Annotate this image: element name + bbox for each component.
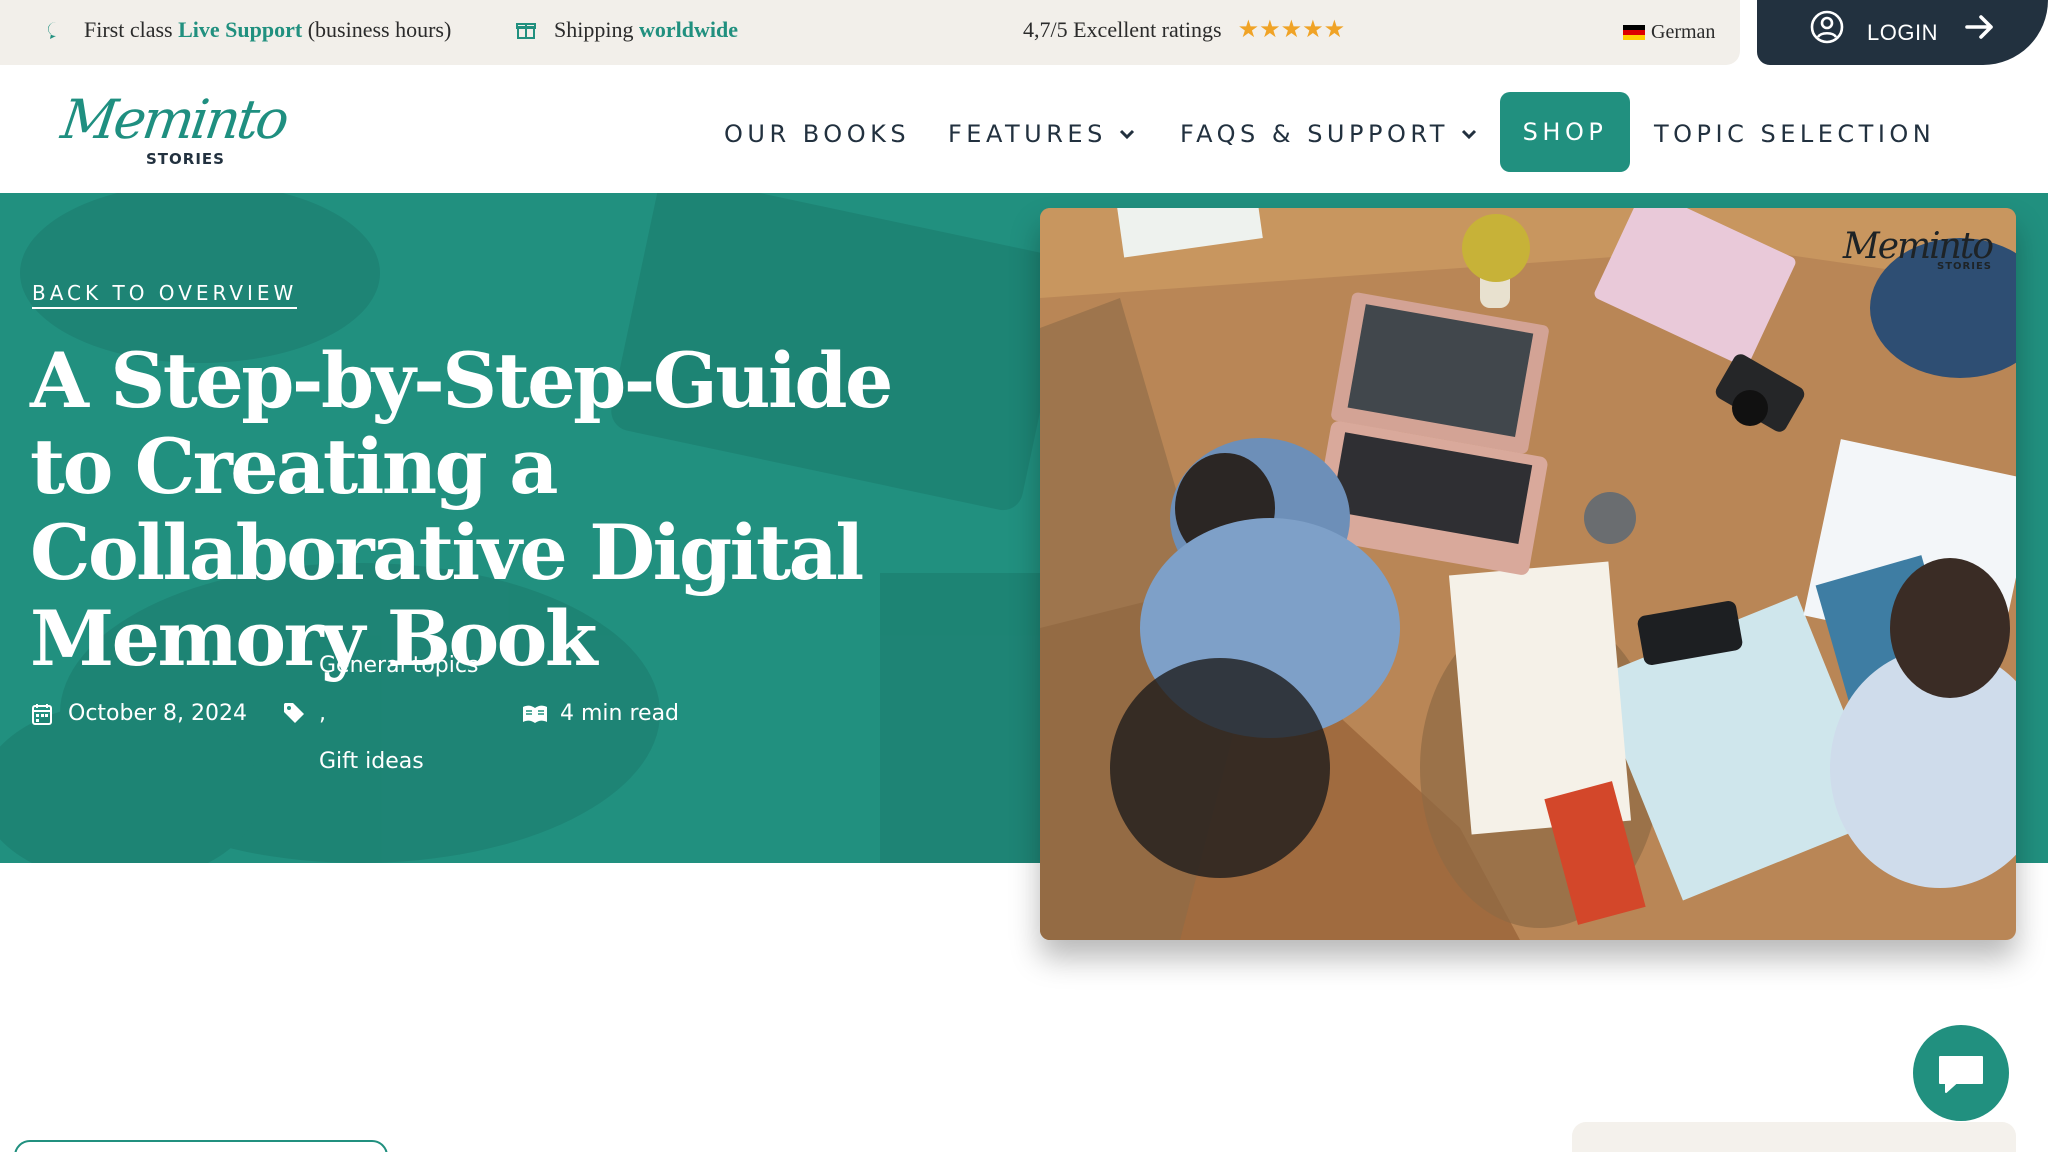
tag-label: Gift ideas	[319, 749, 424, 774]
nav-label: FEATURES	[948, 120, 1107, 148]
desk-photo-illustration	[1040, 208, 2016, 940]
publish-date: October 8, 2024	[32, 701, 247, 726]
chat-icon	[1936, 1051, 1986, 1095]
back-to-overview-link[interactable]: BACK TO OVERVIEW	[32, 281, 298, 309]
support-suffix: (business hours)	[307, 17, 452, 42]
book-open-icon	[522, 704, 548, 724]
main-navigation: OUR BOOKS FEATURES FAQS & SUPPORT SHOP T…	[0, 92, 2048, 172]
star-icon: ★	[1323, 17, 1346, 43]
language-switcher[interactable]: German	[1623, 21, 1715, 44]
tag-label: General topics	[319, 653, 479, 678]
nav-topic-selection[interactable]: TOPIC SELECTION	[1654, 120, 1935, 148]
nav-label: TOPIC SELECTION	[1654, 120, 1936, 148]
flag-germany-icon	[1623, 25, 1645, 40]
language-label: German	[1651, 21, 1716, 43]
nav-label: FAQS & SUPPORT	[1180, 120, 1449, 148]
live-support-info: First class Live Support (business hours…	[46, 17, 451, 43]
tag-icon	[282, 701, 306, 725]
rating-stars: ★ ★ ★ ★ ★	[1237, 17, 1346, 43]
ratings-info[interactable]: 4,7/5 Excellent ratings ★ ★ ★ ★ ★	[1023, 17, 1345, 43]
ratings-text: 4,7/5 Excellent ratings	[1023, 17, 1222, 42]
shipping-accent: worldwide	[638, 17, 738, 42]
chat-widget-button[interactable]	[1913, 1025, 2009, 1121]
shipping-info: Shipping worldwide	[516, 17, 738, 43]
star-icon: ★	[1237, 17, 1260, 43]
tag-gift-ideas[interactable]: Gift ideas	[319, 749, 424, 774]
date-text: October 8, 2024	[68, 701, 248, 726]
photo-watermark-logo: Meminto STORIES	[1843, 226, 1994, 272]
user-circle-icon	[1809, 9, 1845, 51]
star-icon: ★	[1302, 17, 1324, 43]
top-utility-bar: First class Live Support (business hours…	[0, 0, 1740, 65]
star-icon: ★	[1280, 17, 1303, 43]
shipping-prefix: Shipping	[554, 17, 634, 42]
support-accent: Live Support	[178, 17, 303, 42]
calendar-icon	[32, 703, 52, 725]
chevron-down-icon	[1461, 128, 1477, 140]
chat-bubble-icon	[46, 20, 66, 40]
sidebar-card	[1572, 1122, 2016, 1152]
support-prefix: First class	[84, 17, 173, 42]
arrow-right-icon	[1962, 9, 1998, 51]
chevron-down-icon	[1119, 128, 1135, 140]
article-title: A Step-by-Step-Guide to Creating a Colla…	[30, 336, 893, 683]
login-label: LOGIN	[1867, 20, 1938, 45]
read-time: 4 min read	[522, 701, 679, 726]
nav-label: SHOP	[1522, 118, 1608, 146]
nav-our-books[interactable]: OUR BOOKS	[724, 120, 910, 148]
read-time-text: 4 min read	[560, 701, 680, 726]
tag-separator: ,	[319, 701, 326, 726]
gift-icon	[516, 20, 536, 40]
login-button[interactable]: LOGIN	[1757, 0, 2048, 65]
tag-general-topics[interactable]: General topics	[319, 653, 478, 678]
table-of-contents-box[interactable]	[14, 1140, 388, 1152]
hero-photo: Meminto STORIES	[1040, 208, 2016, 940]
tag-separator-text: ,	[319, 701, 326, 726]
nav-shop-button[interactable]: SHOP	[1500, 92, 1630, 172]
nav-label: OUR BOOKS	[724, 120, 911, 148]
nav-features[interactable]: FEATURES	[948, 120, 1135, 148]
nav-faqs-support[interactable]: FAQS & SUPPORT	[1180, 120, 1477, 148]
star-icon: ★	[1259, 17, 1281, 43]
